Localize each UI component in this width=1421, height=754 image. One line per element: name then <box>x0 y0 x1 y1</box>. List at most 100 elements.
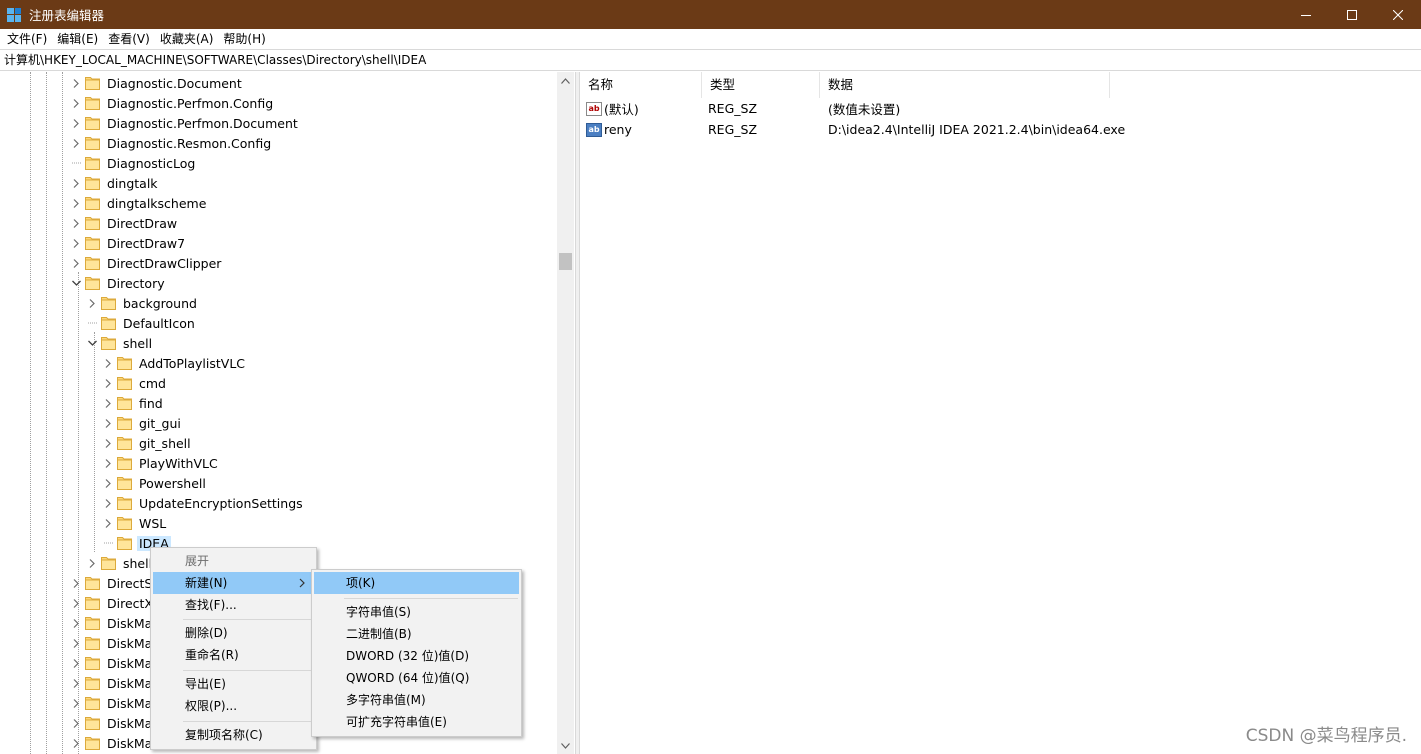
chevron-right-icon[interactable] <box>102 417 114 429</box>
tree-item-label: cmd <box>139 375 166 391</box>
tree-item-diagnostic-resmon-config[interactable]: Diagnostic.Resmon.Config <box>70 133 273 153</box>
tree-item-diskma[interactable]: DiskMa <box>70 693 154 713</box>
chevron-right-icon[interactable] <box>102 517 114 529</box>
chevron-right-icon[interactable] <box>102 437 114 449</box>
value-row[interactable]: ab (默认) REG_SZ (数值未设置) <box>580 98 1180 119</box>
ctx-expand[interactable]: 展开 <box>153 550 314 572</box>
ctx-find[interactable]: 查找(F)... <box>153 594 314 616</box>
tree-item-updateencryptionsettings[interactable]: UpdateEncryptionSettings <box>102 493 305 513</box>
scroll-up-arrow[interactable] <box>557 72 574 89</box>
tree-item-directory[interactable]: Directory <box>70 273 167 293</box>
submenu-expandable-string-value[interactable]: 可扩充字符串值(E) <box>314 711 519 733</box>
maximize-icon <box>1347 9 1357 20</box>
submenu-dword-value[interactable]: DWORD (32 位)值(D) <box>314 645 519 667</box>
submenu-binary-value[interactable]: 二进制值(B) <box>314 623 519 645</box>
chevron-right-icon[interactable] <box>70 137 82 149</box>
submenu-qword-value[interactable]: QWORD (64 位)值(Q) <box>314 667 519 689</box>
chevron-right-icon[interactable] <box>70 637 82 649</box>
tree-item-directxf[interactable]: DirectXF <box>70 593 162 613</box>
tree-item-diagnostic-perfmon-config[interactable]: Diagnostic.Perfmon.Config <box>70 93 275 113</box>
tree-item-diagnosticlog[interactable]: DiagnosticLog <box>70 153 197 173</box>
scroll-down-arrow[interactable] <box>557 737 574 754</box>
chevron-right-icon[interactable] <box>70 657 82 669</box>
tree-item-directdrawclipper[interactable]: DirectDrawClipper <box>70 253 223 273</box>
tree-item-dingtalk[interactable]: dingtalk <box>70 173 160 193</box>
chevron-right-icon[interactable] <box>70 77 82 89</box>
chevron-right-icon[interactable] <box>70 177 82 189</box>
tree-item-git-shell[interactable]: git_shell <box>102 433 193 453</box>
close-button[interactable] <box>1375 0 1421 29</box>
ctx-permissions[interactable]: 权限(P)... <box>153 695 314 717</box>
tree-item-diskma[interactable]: DiskMa <box>70 613 154 633</box>
ctx-rename[interactable]: 重命名(R) <box>153 644 314 666</box>
chevron-right-icon[interactable] <box>102 377 114 389</box>
ctx-new[interactable]: 新建(N) <box>153 572 314 594</box>
tree-item-background[interactable]: background <box>86 293 199 313</box>
menu-view[interactable]: 查看(V) <box>103 29 155 49</box>
tree-scrollbar[interactable] <box>557 72 574 754</box>
chevron-down-icon[interactable] <box>86 337 98 349</box>
chevron-down-icon[interactable] <box>70 277 82 289</box>
tree-item-directdraw7[interactable]: DirectDraw7 <box>70 233 187 253</box>
chevron-right-icon[interactable] <box>70 717 82 729</box>
chevron-right-icon[interactable] <box>70 617 82 629</box>
chevron-right-icon[interactable] <box>102 457 114 469</box>
chevron-right-icon[interactable] <box>86 297 98 309</box>
chevron-right-icon[interactable] <box>70 597 82 609</box>
tree-item-addtoplaylistvlc[interactable]: AddToPlaylistVLC <box>102 353 247 373</box>
tree-item-defaulticon[interactable]: DefaultIcon <box>86 313 197 333</box>
chevron-right-icon[interactable] <box>70 237 82 249</box>
tree-item-diskma[interactable]: DiskMa <box>70 733 154 753</box>
submenu-key[interactable]: 项(K) <box>314 572 519 594</box>
folder-icon <box>117 376 132 390</box>
submenu-multi-string-value[interactable]: 多字符串值(M) <box>314 689 519 711</box>
column-header-data[interactable]: 数据 <box>820 72 1110 98</box>
chevron-right-icon[interactable] <box>70 697 82 709</box>
minimize-button[interactable] <box>1283 0 1329 29</box>
address-bar[interactable]: 计算机\HKEY_LOCAL_MACHINE\SOFTWARE\Classes\… <box>0 49 1421 71</box>
menu-help[interactable]: 帮助(H) <box>218 29 270 49</box>
chevron-right-icon[interactable] <box>70 677 82 689</box>
tree-item-wsl[interactable]: WSL <box>102 513 168 533</box>
tree-item-cmd[interactable]: cmd <box>102 373 168 393</box>
chevron-right-icon[interactable] <box>70 577 82 589</box>
tree-item-dingtalkscheme[interactable]: dingtalkscheme <box>70 193 208 213</box>
chevron-right-icon[interactable] <box>102 477 114 489</box>
tree-item-shell[interactable]: shell <box>86 333 154 353</box>
menu-file[interactable]: 文件(F) <box>2 29 52 49</box>
menu-favorites[interactable]: 收藏夹(A) <box>155 29 219 49</box>
ctx-copy-key-name[interactable]: 复制项名称(C) <box>153 724 314 746</box>
chevron-right-icon[interactable] <box>70 257 82 269</box>
chevron-right-icon[interactable] <box>70 117 82 129</box>
value-row[interactable]: ab reny REG_SZ D:\idea2.4\IntelliJ IDEA … <box>580 119 1180 140</box>
tree-item-directdraw[interactable]: DirectDraw <box>70 213 179 233</box>
maximize-button[interactable] <box>1329 0 1375 29</box>
chevron-right-icon[interactable] <box>86 557 98 569</box>
chevron-right-icon[interactable] <box>70 97 82 109</box>
tree-item-diskma[interactable]: DiskMa <box>70 653 154 673</box>
column-header-name[interactable]: 名称 <box>580 72 702 98</box>
column-header-type[interactable]: 类型 <box>702 72 820 98</box>
chevron-right-icon[interactable] <box>70 217 82 229</box>
tree-item-diskma[interactable]: DiskMa <box>70 713 154 733</box>
chevron-right-icon[interactable] <box>102 357 114 369</box>
chevron-right-icon[interactable] <box>102 497 114 509</box>
scroll-thumb[interactable] <box>559 253 572 270</box>
ctx-delete[interactable]: 删除(D) <box>153 622 314 644</box>
tree-item-git-gui[interactable]: git_gui <box>102 413 183 433</box>
tree-item-diskma[interactable]: DiskMa <box>70 673 154 693</box>
tree-connector <box>70 157 82 169</box>
menu-edit[interactable]: 编辑(E) <box>52 29 103 49</box>
tree-item-diagnostic-document[interactable]: Diagnostic.Document <box>70 73 244 93</box>
submenu-string-value[interactable]: 字符串值(S) <box>314 601 519 623</box>
tree-item-diskma[interactable]: DiskMa <box>70 633 154 653</box>
tree-item-powershell[interactable]: Powershell <box>102 473 208 493</box>
tree-item-find[interactable]: find <box>102 393 165 413</box>
chevron-right-icon[interactable] <box>70 197 82 209</box>
chevron-right-icon[interactable] <box>102 397 114 409</box>
tree-item-directsh[interactable]: DirectSh <box>70 573 162 593</box>
chevron-right-icon[interactable] <box>70 737 82 749</box>
tree-item-diagnostic-perfmon-document[interactable]: Diagnostic.Perfmon.Document <box>70 113 300 133</box>
ctx-export[interactable]: 导出(E) <box>153 673 314 695</box>
tree-item-playwithvlc[interactable]: PlayWithVLC <box>102 453 220 473</box>
